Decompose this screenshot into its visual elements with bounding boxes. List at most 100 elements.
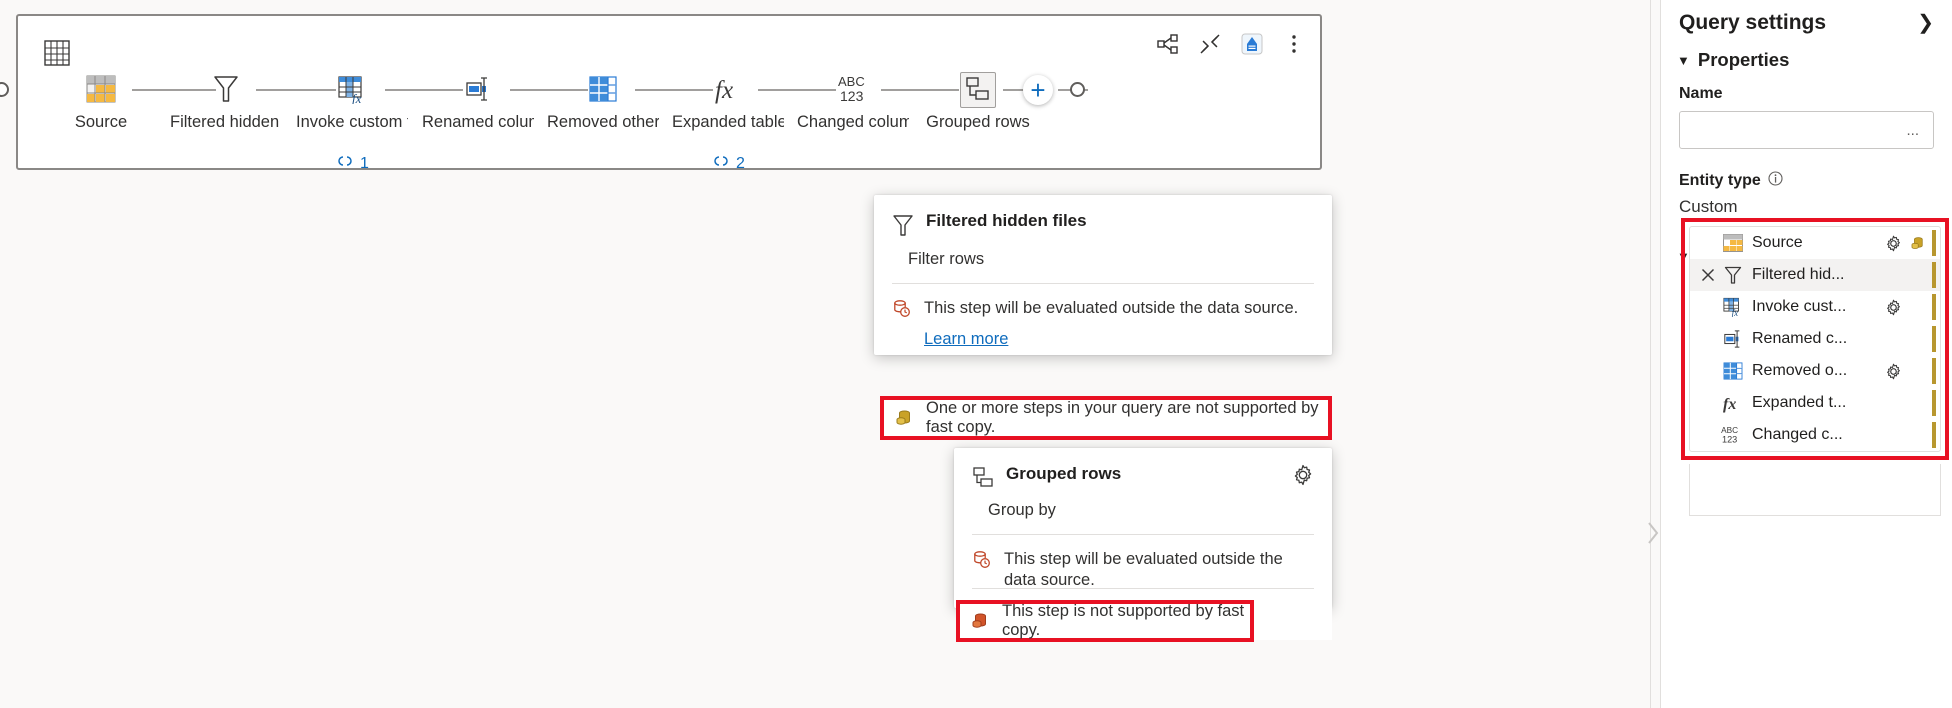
gear-icon[interactable] xyxy=(1882,235,1904,252)
add-step-button[interactable]: + xyxy=(1023,75,1053,105)
svg-text:123: 123 xyxy=(840,88,864,104)
fast-copy-warning-text: One or more steps in your query are not … xyxy=(926,399,1328,437)
diagram-step-grouped-rows[interactable]: Grouped rows xyxy=(922,71,1034,132)
group-by-icon xyxy=(972,466,996,493)
chevron-right-icon[interactable]: ❯ xyxy=(1917,10,1934,35)
name-input-ellipsis: ... xyxy=(1906,122,1919,139)
diagram-step-label: Source xyxy=(45,113,157,132)
diagram-step-source[interactable]: Source xyxy=(45,71,157,132)
info-icon[interactable] xyxy=(1768,171,1783,191)
database-clock-icon xyxy=(972,550,994,575)
delete-step-icon[interactable] xyxy=(1696,267,1720,283)
rename-columns-icon xyxy=(1720,329,1746,349)
pipeline-input-endpoint[interactable] xyxy=(0,82,9,97)
diagram-view-canvas: Source Filtered hidden fi... xyxy=(0,0,1660,708)
diagram-step-label: Removed other c... xyxy=(547,113,659,132)
svg-text:fx: fx xyxy=(715,77,733,104)
abc123-icon: ABC 123 xyxy=(797,71,909,107)
gear-icon[interactable] xyxy=(1882,363,1904,380)
diagram-step-label: Expanded table c... xyxy=(672,113,784,132)
tooltip-grouped-rows: Grouped rows Group by xyxy=(954,448,1332,608)
gear-icon[interactable] xyxy=(1882,299,1904,316)
tooltip-header: Grouped rows xyxy=(954,448,1332,493)
properties-section-header[interactable]: ▼ Properties xyxy=(1661,35,1952,71)
tooltip-title: Filtered hidden files xyxy=(926,211,1087,231)
applied-steps-empty-area xyxy=(1689,464,1941,516)
applied-step-changed-column-type[interactable]: ✕ ABC 123 Changed c... xyxy=(1690,419,1940,451)
applied-step-invoke-custom-function[interactable]: ✕ fx Invoke cust... xyxy=(1690,291,1940,323)
steps-pipeline: Source Filtered hidden fi... xyxy=(18,71,1320,141)
tooltip-subtitle: Filter rows xyxy=(908,250,1332,269)
panel-splitter[interactable] xyxy=(1650,0,1660,708)
data-destination-icon[interactable] xyxy=(1240,32,1264,56)
add-step-label: + xyxy=(1030,77,1045,103)
applied-step-label: Changed c... xyxy=(1752,426,1843,444)
fast-copy-indicator-bar xyxy=(1932,358,1936,384)
tooltip-evaluation-text: This step will be evaluated outside the … xyxy=(1004,549,1314,592)
fast-copy-indicator-bar xyxy=(1932,294,1936,320)
tooltip-header: Filtered hidden files xyxy=(874,195,1332,242)
tooltip-evaluation-text: This step will be evaluated outside the … xyxy=(924,298,1298,319)
panel-collapse-handle[interactable] xyxy=(1645,512,1661,554)
svg-text:fx: fx xyxy=(352,91,362,104)
step-references-badge[interactable]: 2 xyxy=(712,154,745,173)
fx-icon: fx xyxy=(1720,393,1746,413)
name-field-label: Name xyxy=(1661,71,1952,103)
applied-step-label: Source xyxy=(1752,234,1803,252)
applied-steps-list: ✕ Source xyxy=(1689,226,1941,452)
learn-more-link[interactable]: Learn more xyxy=(924,330,1332,349)
table-grid-icon xyxy=(44,40,70,66)
applied-step-removed-other-columns[interactable]: ✕ Removed o... xyxy=(1690,355,1940,387)
gear-icon[interactable] xyxy=(1292,464,1314,486)
applied-step-expanded-table-column[interactable]: ✕ fx Expanded t... xyxy=(1690,387,1940,419)
step-references-badge[interactable]: 1 xyxy=(336,154,369,173)
entity-type-label: Entity type xyxy=(1679,172,1761,190)
fx-icon: fx xyxy=(672,71,784,107)
database-warning-icon xyxy=(1906,235,1928,252)
diagram-step-label: Grouped rows xyxy=(922,113,1034,132)
entity-type-label-row: Entity type xyxy=(1661,149,1952,191)
diagram-step-changed-column-type[interactable]: ABC 123 Changed column... xyxy=(797,71,909,132)
svg-text:fx: fx xyxy=(1732,308,1739,317)
tooltip-subtitle: Group by xyxy=(988,501,1332,520)
invoke-function-icon: fx xyxy=(296,71,408,107)
more-options-icon[interactable] xyxy=(1282,32,1306,56)
remove-columns-icon xyxy=(1720,362,1746,380)
applied-step-filtered-hidden-files[interactable]: Filtered hid... xyxy=(1690,259,1940,291)
svg-text:123: 123 xyxy=(1722,434,1737,444)
collapse-diagonal-icon[interactable] xyxy=(1198,32,1222,56)
database-warning-icon xyxy=(970,611,992,631)
filter-funnel-icon xyxy=(170,71,282,107)
diagram-step-filtered-hidden-files[interactable]: Filtered hidden fi... xyxy=(170,71,282,132)
diagram-step-invoke-custom-function[interactable]: fx Invoke custom fu... xyxy=(296,71,408,132)
page-title: Query settings xyxy=(1679,11,1826,35)
database-warning-icon xyxy=(894,408,916,428)
diagram-step-label: Filtered hidden fi... xyxy=(170,113,282,132)
diagram-step-removed-other-columns[interactable]: Removed other c... xyxy=(547,71,659,132)
svg-text:ABC: ABC xyxy=(838,74,865,89)
applied-step-label: Invoke cust... xyxy=(1752,298,1846,316)
tooltip-divider xyxy=(972,588,1314,589)
applied-step-grouped-rows[interactable]: Grouped ro... xyxy=(1690,451,1940,452)
chevron-down-icon: ▼ xyxy=(1677,53,1690,68)
properties-section-label: Properties xyxy=(1698,49,1790,71)
diagram-view-icon[interactable] xyxy=(1156,32,1180,56)
diagram-step-renamed-columns[interactable]: Renamed columns xyxy=(422,71,534,132)
entity-type-value: Custom xyxy=(1661,191,1952,217)
fast-copy-indicator-bar xyxy=(1932,390,1936,416)
name-input[interactable]: ... xyxy=(1679,111,1934,149)
applied-step-source[interactable]: ✕ Source xyxy=(1690,227,1940,259)
diagram-box-toolbar xyxy=(1156,32,1306,56)
applied-step-label: Renamed c... xyxy=(1752,330,1847,348)
svg-text:fx: fx xyxy=(1723,396,1736,413)
link-references-icon xyxy=(336,154,354,173)
fast-copy-indicator-bar xyxy=(1932,230,1936,256)
references-count: 2 xyxy=(736,155,745,173)
applied-step-renamed-columns[interactable]: ✕ Renamed c... xyxy=(1690,323,1940,355)
filter-funnel-icon xyxy=(1720,265,1746,285)
tooltip-evaluation-row: This step will be evaluated outside the … xyxy=(954,535,1332,592)
pipeline-output-endpoint[interactable] xyxy=(1070,82,1085,97)
query-settings-panel: Query settings ❯ ▼ Properties Name ... E… xyxy=(1660,0,1952,708)
diagram-step-expanded-table-column[interactable]: fx Expanded table c... xyxy=(672,71,784,132)
filter-funnel-icon xyxy=(892,213,916,242)
